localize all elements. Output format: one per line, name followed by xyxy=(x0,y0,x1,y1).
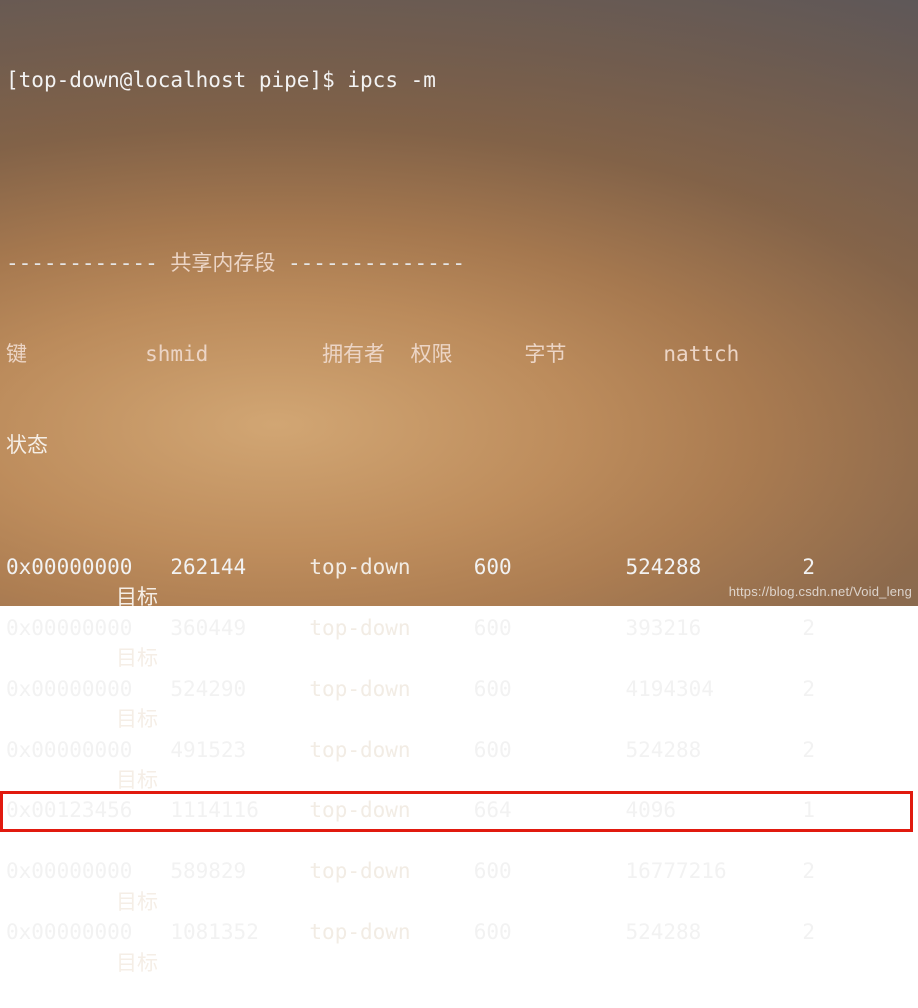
table-row: 0x00000000 1081352 top-down 600 5242882 xyxy=(6,917,912,947)
cell-owner: top-down xyxy=(309,674,448,704)
cell-status: 目标 xyxy=(6,704,912,734)
header-shmid: shmid xyxy=(145,339,322,369)
cell-nattch: 2 xyxy=(777,856,815,886)
header-bytes: 字节 xyxy=(524,339,663,369)
cell-status: 目标 xyxy=(6,765,912,795)
cell-nattch: 2 xyxy=(777,917,815,947)
cell-shmid: 589829 xyxy=(170,856,284,886)
terminal-screen[interactable]: [top-down@localhost pipe]$ ipcs -m -----… xyxy=(0,0,918,606)
cell-status: 目标 xyxy=(6,948,912,978)
cell-nattch: 2 xyxy=(777,735,815,765)
cell-perm: 600 xyxy=(474,735,600,765)
dashes-right: -------------- xyxy=(275,251,465,275)
cell-bytes: 524288 xyxy=(625,917,777,947)
cell-key: 0x00123456 xyxy=(6,795,145,825)
cell-perm: 664 xyxy=(474,795,600,825)
cell-owner: top-down xyxy=(309,735,448,765)
cell-owner: top-down xyxy=(309,552,448,582)
cell-bytes: 524288 xyxy=(625,735,777,765)
table-row: 0x00123456 1114116 top-down 664 40961 xyxy=(6,795,912,825)
rows-container: 0x00000000262144top-down6005242882目标0x00… xyxy=(6,552,912,978)
cell-nattch: 2 xyxy=(777,613,815,643)
prompt-open: [ xyxy=(6,68,19,92)
table-row: 0x00000000 491523 top-down 600 5242882 xyxy=(6,735,912,765)
cell-owner: top-down xyxy=(309,856,448,886)
cell-perm: 600 xyxy=(474,674,600,704)
table-row: 0x00000000 589829 top-down 600 167772162 xyxy=(6,856,912,886)
cell-perm: 600 xyxy=(474,613,600,643)
cell-shmid: 1114116 xyxy=(170,795,284,825)
prompt-line: [top-down@localhost pipe]$ ipcs -m xyxy=(6,65,912,95)
table-row: 0x00000000 360449 top-down 600 3932162 xyxy=(6,613,912,643)
blank-line xyxy=(6,826,912,856)
cell-status: 目标 xyxy=(6,643,912,673)
cell-bytes: 4096 xyxy=(625,795,777,825)
dashes-left: ------------ xyxy=(6,251,170,275)
header-status-wrap: 状态 xyxy=(6,430,912,460)
cell-key: 0x00000000 xyxy=(6,856,145,886)
cell-nattch: 2 xyxy=(777,674,815,704)
header-key: 键 xyxy=(6,339,145,369)
cell-key: 0x00000000 xyxy=(6,613,145,643)
cell-shmid: 262144 xyxy=(170,552,284,582)
blank-line xyxy=(6,156,912,186)
table-row: 0x00000000 524290 top-down 600 41943042 xyxy=(6,674,912,704)
header-nattch: nattch xyxy=(663,339,752,369)
column-headers: 键shmid拥有者权限字节nattch xyxy=(6,339,912,369)
cell-bytes: 524288 xyxy=(625,552,777,582)
cell-shmid: 524290 xyxy=(170,674,284,704)
cell-bytes: 16777216 xyxy=(625,856,777,886)
cell-key: 0x00000000 xyxy=(6,552,145,582)
cell-bytes: 393216 xyxy=(625,613,777,643)
cell-nattch: 2 xyxy=(777,552,815,582)
cell-owner: top-down xyxy=(309,795,448,825)
prompt-user-host: top-down@localhost pipe xyxy=(19,68,310,92)
cell-shmid: 1081352 xyxy=(170,917,284,947)
cell-status: 目标 xyxy=(6,582,912,612)
cell-shmid: 491523 xyxy=(170,735,284,765)
cell-perm: 600 xyxy=(474,917,600,947)
section-title: 共享内存段 xyxy=(170,251,275,275)
cell-nattch: 1 xyxy=(777,795,815,825)
header-owner: 拥有者 xyxy=(322,339,411,369)
cell-key: 0x00000000 xyxy=(6,674,145,704)
table-row: 0x00000000 262144 top-down 600 5242882 xyxy=(6,552,912,582)
cell-perm: 600 xyxy=(474,856,600,886)
section-header: ------------ 共享内存段 -------------- xyxy=(6,248,912,278)
cell-status: 目标 xyxy=(6,887,912,917)
cell-perm: 600 xyxy=(474,552,600,582)
prompt-command: ipcs -m xyxy=(347,68,436,92)
cell-owner: top-down xyxy=(309,613,448,643)
cell-owner: top-down xyxy=(309,917,448,947)
prompt-close: ]$ xyxy=(309,68,347,92)
cell-shmid: 360449 xyxy=(170,613,284,643)
header-perm: 权限 xyxy=(411,339,525,369)
cell-bytes: 4194304 xyxy=(625,674,777,704)
cell-key: 0x00000000 xyxy=(6,735,145,765)
cell-key: 0x00000000 xyxy=(6,917,145,947)
